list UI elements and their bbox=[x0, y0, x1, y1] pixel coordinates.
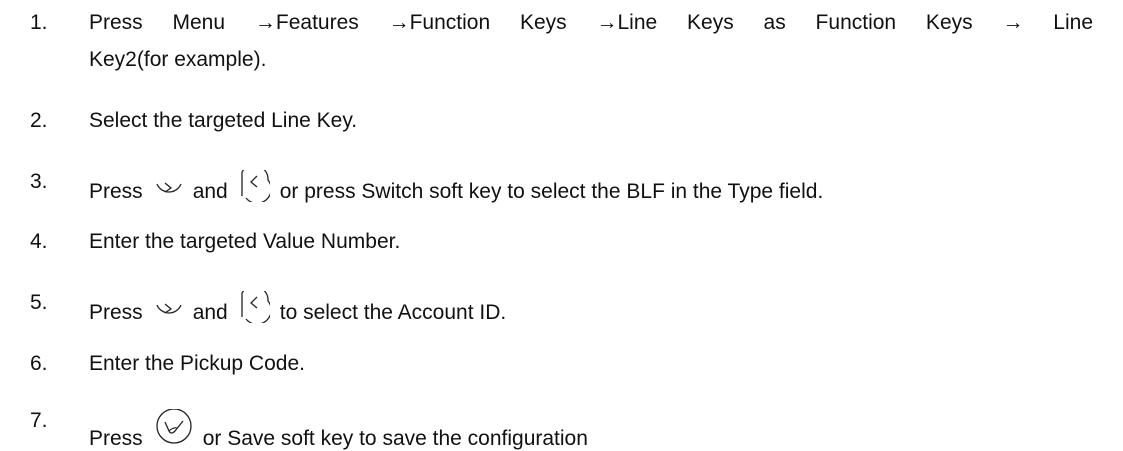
step-text-line-1: Press Menu →Features →Function Keys →Lin… bbox=[89, 11, 1093, 34]
step-text-line-2: Key2(for example). bbox=[89, 48, 267, 71]
step-text: Select the targeted Line Key. bbox=[89, 109, 358, 132]
step-text-pre: Press bbox=[89, 301, 143, 324]
step-text-post: or press Switch soft key to select the B… bbox=[279, 180, 824, 203]
right-navigation-key-icon bbox=[155, 301, 183, 323]
step-text: Enter the targeted Value Number. bbox=[89, 230, 401, 253]
step-text: Press or Save soft key to save the confi… bbox=[89, 409, 588, 451]
instruction-steps: 1. Press Menu →Features →Function Keys →… bbox=[0, 0, 1123, 450]
step-number: 7. bbox=[30, 409, 48, 432]
step-text-mid: and bbox=[192, 301, 228, 324]
step-number: 1. bbox=[30, 11, 48, 34]
step-number: 5. bbox=[30, 291, 48, 314]
step-number: 3. bbox=[30, 170, 48, 193]
step-text: Press and to select the Account ID. bbox=[89, 291, 506, 325]
ok-key-icon bbox=[155, 409, 193, 447]
left-navigation-key-icon bbox=[240, 170, 270, 202]
step-text-post: to select the Account ID. bbox=[279, 301, 507, 324]
step-text: Press and or press Switch soft key to se… bbox=[89, 170, 823, 204]
step-number: 2. bbox=[30, 109, 48, 132]
step-number: 6. bbox=[30, 352, 48, 375]
step-text: Press Menu →Features →Function Keys →Lin… bbox=[89, 11, 1093, 72]
step-number: 4. bbox=[30, 230, 48, 253]
left-navigation-key-icon bbox=[240, 291, 270, 323]
step-text-pre: Press bbox=[89, 180, 143, 203]
step-text: Enter the Pickup Code. bbox=[89, 352, 305, 375]
right-navigation-key-icon bbox=[155, 180, 183, 202]
step-text-mid: and bbox=[192, 180, 228, 203]
